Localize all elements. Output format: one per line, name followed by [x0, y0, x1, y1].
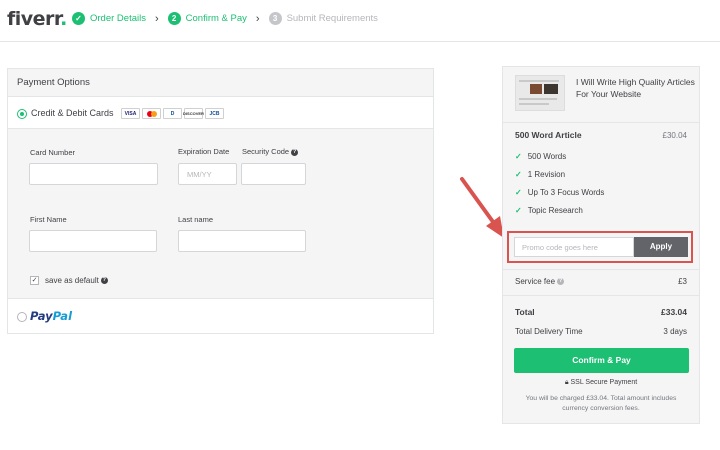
last-name-input[interactable] [178, 230, 306, 252]
save-default-label: save as default? [45, 276, 108, 285]
paypal-radio[interactable] [17, 312, 27, 322]
annotation-arrow [460, 177, 504, 238]
check-icon: ✓ [515, 152, 522, 161]
gig-title[interactable]: I Will Write High Quality Articles For Y… [576, 76, 696, 100]
service-fee-label: Service fee? [515, 277, 565, 286]
payment-options-title: Payment Options [8, 69, 433, 97]
feature-item: ✓ Topic Research [515, 206, 583, 215]
checkout-steps: ✓ Order Details › 2 Confirm & Pay › 3 Su… [72, 12, 378, 25]
expiration-label: Expiration Date [178, 147, 230, 156]
help-icon[interactable]: ? [557, 278, 565, 286]
paypal-option[interactable]: PayPal [8, 299, 433, 333]
expiration-input[interactable]: MM/YY [178, 163, 237, 185]
card-radio[interactable] [17, 109, 27, 119]
help-icon[interactable]: ? [291, 148, 299, 156]
help-icon[interactable]: ? [100, 277, 108, 285]
check-icon: ✓ [515, 206, 522, 215]
promo-highlight-box [507, 231, 693, 263]
charge-note: You will be charged £33.04. Total amount… [525, 395, 677, 412]
payment-options-panel: Payment Options Credit & Debit Cards VIS… [7, 68, 434, 334]
check-icon: ✓ [72, 12, 85, 25]
total-label: Total [515, 307, 535, 317]
step-label: Order Details [90, 13, 146, 24]
save-default-checkbox[interactable]: ✓ [30, 276, 39, 285]
check-icon: ✓ [515, 170, 522, 179]
confirm-pay-button[interactable]: Confirm & Pay [514, 348, 689, 373]
order-summary-panel: I Will Write High Quality Articles For Y… [502, 66, 700, 424]
gig-thumbnail[interactable] [515, 75, 565, 111]
last-name-label: Last name [178, 215, 214, 224]
security-code-label: Security Code? [242, 147, 299, 156]
divider [503, 295, 699, 296]
card-form: Card Number Expiration Date MM/YY Securi… [8, 129, 433, 299]
card-option-label: Credit & Debit Cards [31, 108, 114, 118]
package-name: 500 Word Article [515, 130, 582, 140]
step-label: Confirm & Pay [185, 13, 247, 24]
feature-item: ✓ 500 Words [515, 152, 567, 161]
card-number-label: Card Number [30, 148, 76, 157]
card-number-input[interactable] [29, 163, 158, 185]
feature-item: ✓ Up To 3 Focus Words [515, 188, 605, 197]
discover-icon: DISCOVER [183, 108, 204, 119]
mastercard-icon [142, 108, 161, 119]
package-price: £30.04 [662, 131, 687, 140]
check-icon: ✓ [515, 188, 522, 197]
fiverr-logo[interactable]: fiverr. [7, 8, 67, 30]
divider [503, 269, 699, 270]
security-code-input[interactable] [241, 163, 306, 185]
first-name-input[interactable] [29, 230, 157, 252]
chevron-right-icon: › [154, 12, 159, 25]
divider [503, 122, 699, 123]
step-confirm-pay: 2 Confirm & Pay [167, 12, 247, 25]
paypal-logo: PayPal [30, 309, 73, 323]
delivery-time-value: 3 days [663, 327, 687, 336]
step-label: Submit Requirements [286, 13, 378, 24]
step-submit-requirements: 3 Submit Requirements [268, 12, 378, 25]
feature-item: ✓ 1 Revision [515, 170, 566, 179]
credit-card-option[interactable]: Credit & Debit Cards VISA D DISCOVER JCB [8, 97, 433, 129]
visa-icon: VISA [121, 108, 140, 119]
lock-icon: 🔒︎ [564, 379, 569, 386]
step-number: 2 [167, 12, 181, 25]
step-number: 3 [268, 12, 282, 25]
diners-club-icon: D [163, 108, 182, 119]
step-order-details[interactable]: ✓ Order Details [72, 12, 146, 25]
chevron-right-icon: › [255, 12, 260, 25]
delivery-time-label: Total Delivery Time [515, 327, 583, 336]
card-brand-logos: VISA D DISCOVER JCB [121, 108, 224, 119]
first-name-label: First Name [30, 215, 67, 224]
jcb-icon: JCB [205, 108, 224, 119]
total-value: £33.04 [661, 307, 687, 317]
checkout-header: fiverr. ✓ Order Details › 2 Confirm & Pa… [0, 0, 720, 42]
ssl-secure-note: 🔒︎ SSL Secure Payment [564, 379, 638, 386]
service-fee-value: £3 [678, 277, 687, 286]
